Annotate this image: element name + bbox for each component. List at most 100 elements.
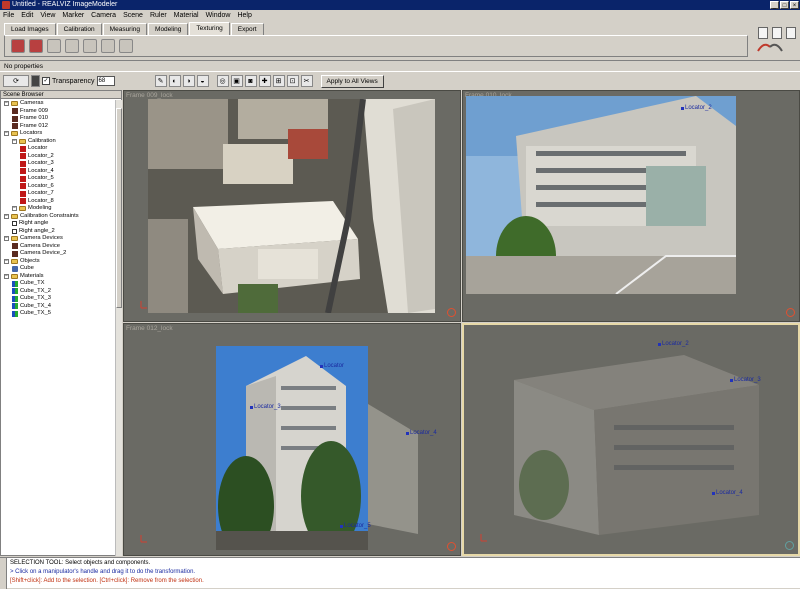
tree-node[interactable]: Locator_2	[2, 153, 115, 161]
expand-toggle-icon[interactable]: −	[4, 101, 9, 107]
color-swatch-icon[interactable]	[31, 75, 40, 87]
camera-select-button[interactable]: ⟳	[3, 75, 29, 87]
transparency-input[interactable]: 68	[96, 76, 115, 86]
scene-browser-scrollbar[interactable]	[115, 100, 122, 556]
tab-calibration[interactable]: Calibration	[56, 23, 102, 35]
menu-window[interactable]: Window	[206, 12, 231, 19]
expand-toggle-icon[interactable]: −	[4, 236, 9, 242]
tab-load-images[interactable]: Load Images	[4, 23, 56, 35]
grid-icon[interactable]: ⊞	[272, 75, 285, 87]
textured-icon[interactable]: ◙	[244, 75, 257, 87]
menu-scene[interactable]: Scene	[123, 12, 143, 19]
tree-node[interactable]: Cube_TX_3	[2, 295, 115, 303]
viewport-corner-icon[interactable]	[447, 542, 456, 551]
tab-texturing[interactable]: Texturing	[189, 22, 230, 35]
cube-edge-button[interactable]	[101, 39, 115, 53]
viewport-frame-009[interactable]: Frame 009_lock	[123, 90, 461, 322]
tab-measuring[interactable]: Measuring	[102, 23, 148, 35]
tree-node[interactable]: Cube	[2, 265, 115, 273]
tree-node[interactable]: − Camera Devices	[2, 235, 115, 243]
tree-node[interactable]: Right angle_2	[2, 228, 115, 236]
scrollbar-thumb[interactable]	[116, 108, 122, 308]
cube-tool-button[interactable]	[47, 39, 61, 53]
tree-node[interactable]: − Calibration	[2, 138, 115, 146]
viewport-corner-icon[interactable]	[785, 541, 794, 550]
viewport-corner-icon[interactable]	[786, 308, 795, 317]
expand-toggle-icon[interactable]: −	[12, 206, 17, 212]
menu-help[interactable]: Help	[237, 12, 251, 19]
menu-edit[interactable]: Edit	[21, 12, 33, 19]
tree-node[interactable]: Cube_TX_2	[2, 288, 115, 296]
tree-node[interactable]: Locator_5	[2, 175, 115, 183]
expand-toggle-icon[interactable]: −	[4, 213, 9, 219]
cube-vertex-button[interactable]	[119, 39, 133, 53]
tree-node[interactable]: Locator_7	[2, 190, 115, 198]
shaded-icon[interactable]: ▣	[230, 75, 243, 87]
tab-export[interactable]: Export	[230, 23, 264, 35]
tree-node[interactable]: Locator_4	[2, 168, 115, 176]
undo-redo-icon[interactable]	[756, 41, 784, 53]
locator-marker[interactable]: Locator_3	[250, 404, 281, 410]
minimize-button[interactable]: _	[770, 1, 779, 9]
tree-node[interactable]: Cube_TX	[2, 280, 115, 288]
tree-node[interactable]: Locator_8	[2, 198, 115, 206]
transparency-checkbox[interactable]: ✓	[42, 77, 50, 85]
front-view-icon[interactable]: ◐	[168, 75, 181, 87]
menu-camera[interactable]: Camera	[91, 12, 116, 19]
locators-icon[interactable]: ✚	[258, 75, 271, 87]
tree-node[interactable]: Locator_6	[2, 183, 115, 191]
tree-node[interactable]: − Cameras	[2, 100, 115, 108]
viewport-frame-010[interactable]: Frame 010_lock Locator_2	[462, 90, 800, 322]
save-document-icon[interactable]	[786, 27, 796, 39]
side-view-icon[interactable]: ◑	[182, 75, 195, 87]
locator-marker[interactable]: Locator_5	[340, 523, 371, 529]
open-document-icon[interactable]	[772, 27, 782, 39]
menu-marker[interactable]: Marker	[62, 12, 84, 19]
viewport-frame-012[interactable]: Frame 012_lock Locator Locator_3 Locator…	[123, 323, 461, 556]
locator-marker[interactable]: Locator_4	[712, 490, 743, 496]
texture-extract-button[interactable]	[11, 39, 25, 53]
expand-toggle-icon[interactable]: −	[4, 258, 9, 264]
close-button[interactable]: ×	[790, 1, 799, 9]
viewport-corner-icon[interactable]	[447, 308, 456, 317]
tree-node[interactable]: Cube_TX_5	[2, 310, 115, 318]
expand-toggle-icon[interactable]: −	[4, 273, 9, 279]
tree-node[interactable]: − Objects	[2, 258, 115, 266]
tree-node[interactable]: Cube_TX_4	[2, 303, 115, 311]
locator-marker[interactable]: Locator_2	[658, 341, 689, 347]
tree-node[interactable]: Frame 010	[2, 115, 115, 123]
maximize-button[interactable]: □	[780, 1, 789, 9]
scissors-icon[interactable]: ✂	[300, 75, 313, 87]
menu-material[interactable]: Material	[174, 12, 199, 19]
texture-bake-button[interactable]	[29, 39, 43, 53]
tree-node[interactable]: Locator_3	[2, 160, 115, 168]
tree-node[interactable]: − Materials	[2, 273, 115, 281]
locator-marker[interactable]: Locator_2	[681, 105, 712, 111]
expand-toggle-icon[interactable]: −	[12, 138, 17, 144]
tree-node[interactable]: − Locators	[2, 130, 115, 138]
locator-marker[interactable]: Locator	[320, 363, 344, 369]
tree-node[interactable]: Frame 009	[2, 108, 115, 116]
camera-view-icon[interactable]: ✎	[154, 75, 167, 87]
wireframe-icon[interactable]: ◎	[216, 75, 229, 87]
apply-to-all-views-button[interactable]: Apply to All Views	[320, 74, 384, 88]
tree-node[interactable]: Frame 012	[2, 123, 115, 131]
menu-ruler[interactable]: Ruler	[150, 12, 167, 19]
menu-view[interactable]: View	[40, 12, 55, 19]
tree-node[interactable]: Locator	[2, 145, 115, 153]
viewport-3d[interactable]: Locator_2 Locator_3 Locator_4	[462, 323, 800, 556]
tree-node[interactable]: − Modeling	[2, 205, 115, 213]
locator-marker[interactable]: Locator_4	[406, 430, 437, 436]
locator-marker[interactable]: Locator_3	[730, 377, 761, 383]
tree-node[interactable]: Camera Device_2	[2, 250, 115, 258]
tree-node[interactable]: Camera Device	[2, 243, 115, 251]
menu-file[interactable]: File	[3, 12, 14, 19]
top-view-icon[interactable]: ◒	[196, 75, 209, 87]
tree-node[interactable]: Right angle	[2, 220, 115, 228]
expand-toggle-icon[interactable]: −	[4, 131, 9, 137]
new-document-icon[interactable]	[758, 27, 768, 39]
tab-modeling[interactable]: Modeling	[148, 23, 189, 35]
tree-node[interactable]: − Calibration Constraints	[2, 213, 115, 221]
cube-face-button[interactable]	[83, 39, 97, 53]
snapshot-icon[interactable]: ⊡	[286, 75, 299, 87]
